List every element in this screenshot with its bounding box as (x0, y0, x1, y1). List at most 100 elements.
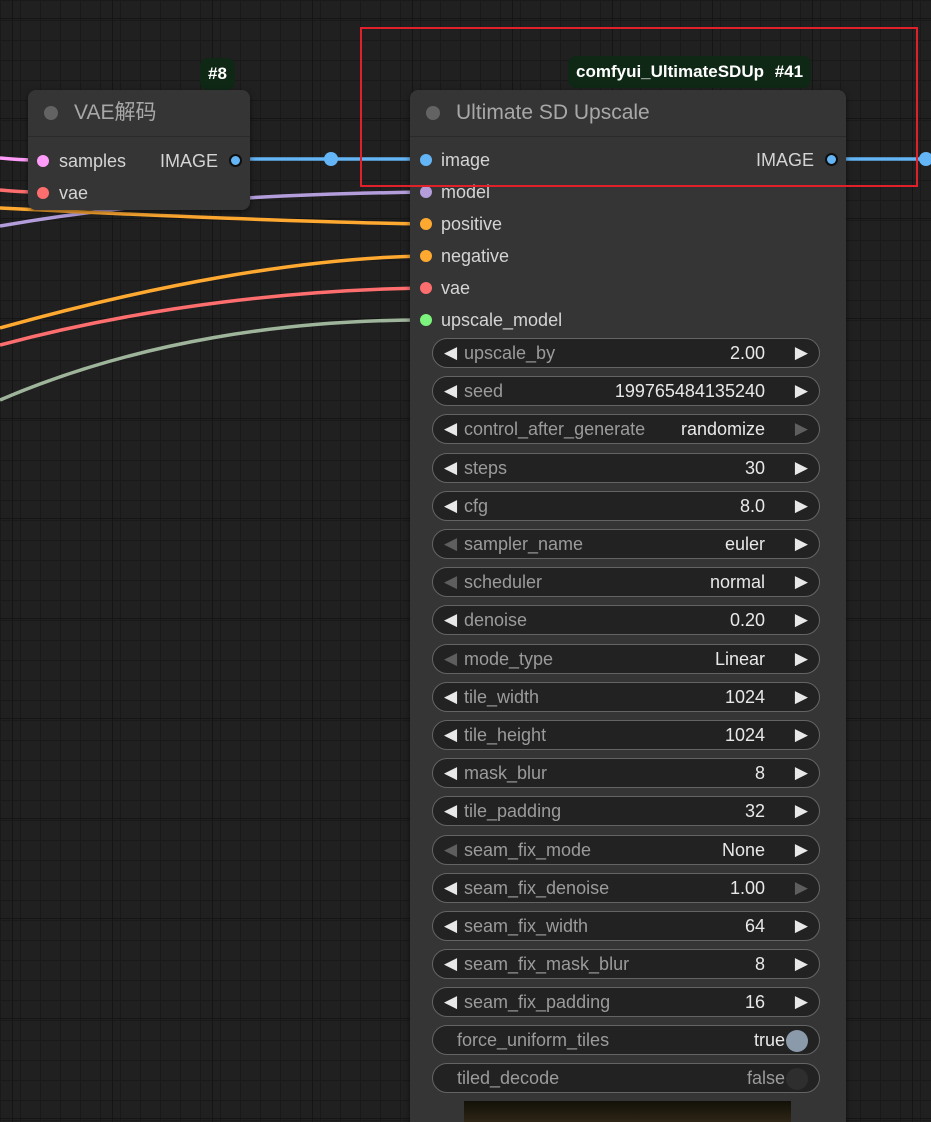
toggle-tiled-decode[interactable]: tiled_decode false (432, 1063, 820, 1093)
increment-arrow-icon[interactable]: ▶ (795, 415, 808, 443)
toggle-on-icon[interactable] (786, 1030, 808, 1052)
widget-seam-fix-padding[interactable]: ◀ seam_fix_padding 16 ▶ (432, 987, 820, 1017)
widget-value: 8 (754, 954, 765, 974)
input-slot-samples[interactable]: samples (37, 145, 126, 177)
increment-arrow-icon[interactable]: ▶ (795, 721, 808, 749)
decrement-arrow-icon[interactable]: ◀ (444, 721, 457, 749)
slot-dot-icon[interactable] (420, 186, 432, 198)
widget-value: 8 (754, 763, 765, 783)
widget-label: control_after_generate (464, 419, 646, 439)
widget-value: 64 (744, 916, 765, 936)
input-slot-vae[interactable]: vae (420, 272, 470, 304)
widget-control-after-generate[interactable]: ◀ control_after_generate randomize ▶ (432, 414, 820, 444)
node-graph-canvas[interactable]: #8 VAE解码 samples vae IMAGE comfyui_Ultim… (0, 0, 931, 1122)
increment-arrow-icon[interactable]: ▶ (795, 988, 808, 1016)
widget-label: seam_fix_mode (464, 840, 592, 860)
input-slot-vae[interactable]: vae (37, 177, 88, 209)
widget-denoise[interactable]: ◀ denoise 0.20 ▶ (432, 605, 820, 635)
link-reroute-dot (324, 152, 338, 166)
increment-arrow-icon[interactable]: ▶ (795, 568, 808, 596)
widget-value: 16 (744, 992, 765, 1012)
widget-upscale-by[interactable]: ◀ upscale_by 2.00 ▶ (432, 338, 820, 368)
widget-label: seam_fix_width (464, 916, 589, 936)
increment-arrow-icon[interactable]: ▶ (795, 683, 808, 711)
decrement-arrow-icon[interactable]: ◀ (444, 339, 457, 367)
decrement-arrow-icon[interactable]: ◀ (444, 950, 457, 978)
slot-dot-icon[interactable] (37, 187, 49, 199)
increment-arrow-icon[interactable]: ▶ (795, 377, 808, 405)
increment-arrow-icon[interactable]: ▶ (795, 454, 808, 482)
widget-seam-fix-mode[interactable]: ◀ seam_fix_mode None ▶ (432, 835, 820, 865)
decrement-arrow-icon[interactable]: ◀ (444, 530, 457, 558)
increment-arrow-icon[interactable]: ▶ (795, 339, 808, 367)
decrement-arrow-icon[interactable]: ◀ (444, 454, 457, 482)
slot-dot-icon[interactable] (229, 154, 242, 167)
collapse-dot-icon[interactable] (44, 106, 58, 120)
slot-dot-icon[interactable] (420, 250, 432, 262)
decrement-arrow-icon[interactable]: ◀ (444, 988, 457, 1016)
decrement-arrow-icon[interactable]: ◀ (444, 797, 457, 825)
slot-dot-icon[interactable] (420, 282, 432, 294)
slot-dot-icon[interactable] (420, 218, 432, 230)
widget-mode-type[interactable]: ◀ mode_type Linear ▶ (432, 644, 820, 674)
decrement-arrow-icon[interactable]: ◀ (444, 912, 457, 940)
widget-value: randomize (680, 419, 765, 439)
decrement-arrow-icon[interactable]: ◀ (444, 874, 457, 902)
increment-arrow-icon[interactable]: ▶ (795, 759, 808, 787)
widget-label: seam_fix_padding (464, 992, 611, 1012)
widget-seam-fix-mask-blur[interactable]: ◀ seam_fix_mask_blur 8 ▶ (432, 949, 820, 979)
decrement-arrow-icon[interactable]: ◀ (444, 836, 457, 864)
widget-seam-fix-denoise[interactable]: ◀ seam_fix_denoise 1.00 ▶ (432, 873, 820, 903)
increment-arrow-icon[interactable]: ▶ (795, 645, 808, 673)
decrement-arrow-icon[interactable]: ◀ (444, 683, 457, 711)
output-slot-image[interactable]: IMAGE (160, 145, 242, 177)
slot-dot-icon[interactable] (420, 314, 432, 326)
widget-cfg[interactable]: ◀ cfg 8.0 ▶ (432, 491, 820, 521)
node-title: VAE解码 (74, 101, 157, 124)
decrement-arrow-icon[interactable]: ◀ (444, 377, 457, 405)
increment-arrow-icon[interactable]: ▶ (795, 606, 808, 634)
widget-steps[interactable]: ◀ steps 30 ▶ (432, 453, 820, 483)
widget-tile-padding[interactable]: ◀ tile_padding 32 ▶ (432, 796, 820, 826)
node-title-bar[interactable]: VAE解码 (28, 90, 250, 137)
decrement-arrow-icon[interactable]: ◀ (444, 568, 457, 596)
widget-label: tile_width (464, 687, 540, 707)
increment-arrow-icon[interactable]: ▶ (795, 530, 808, 558)
widget-label: seam_fix_denoise (464, 878, 610, 898)
widget-tile-height[interactable]: ◀ tile_height 1024 ▶ (432, 720, 820, 750)
increment-arrow-icon[interactable]: ▶ (795, 874, 808, 902)
widget-label: denoise (464, 610, 528, 630)
input-slot-negative[interactable]: negative (420, 240, 509, 272)
widget-mask-blur[interactable]: ◀ mask_blur 8 ▶ (432, 758, 820, 788)
toggle-value: false (746, 1068, 785, 1088)
decrement-arrow-icon[interactable]: ◀ (444, 492, 457, 520)
increment-arrow-icon[interactable]: ▶ (795, 836, 808, 864)
slot-dot-icon[interactable] (37, 155, 49, 167)
widget-seed[interactable]: ◀ seed 199765484135240 ▶ (432, 376, 820, 406)
toggle-force-uniform-tiles[interactable]: force_uniform_tiles true (432, 1025, 820, 1055)
ultimate-sd-upscale-node[interactable]: Ultimate SD Upscale image model positive… (410, 90, 846, 1122)
input-slot-positive[interactable]: positive (420, 208, 502, 240)
vae-decode-node[interactable]: VAE解码 samples vae IMAGE (28, 90, 250, 210)
increment-arrow-icon[interactable]: ▶ (795, 950, 808, 978)
slot-label: upscale_model (441, 310, 563, 330)
widget-label: tile_padding (464, 801, 562, 821)
increment-arrow-icon[interactable]: ▶ (795, 797, 808, 825)
increment-arrow-icon[interactable]: ▶ (795, 492, 808, 520)
widget-tile-width[interactable]: ◀ tile_width 1024 ▶ (432, 682, 820, 712)
widget-value: 32 (744, 801, 765, 821)
input-slot-upscale-model[interactable]: upscale_model (420, 304, 562, 336)
toggle-off-icon[interactable] (786, 1068, 808, 1090)
increment-arrow-icon[interactable]: ▶ (795, 912, 808, 940)
widget-seam-fix-width[interactable]: ◀ seam_fix_width 64 ▶ (432, 911, 820, 941)
widget-sampler-name[interactable]: ◀ sampler_name euler ▶ (432, 529, 820, 559)
decrement-arrow-icon[interactable]: ◀ (444, 645, 457, 673)
decrement-arrow-icon[interactable]: ◀ (444, 759, 457, 787)
toggle-label: tiled_decode (457, 1068, 560, 1088)
widget-value: 0.20 (729, 610, 765, 630)
decrement-arrow-icon[interactable]: ◀ (444, 606, 457, 634)
widget-scheduler[interactable]: ◀ scheduler normal ▶ (432, 567, 820, 597)
widget-value: euler (724, 534, 765, 554)
decrement-arrow-icon[interactable]: ◀ (444, 415, 457, 443)
toggle-value: true (753, 1030, 785, 1050)
